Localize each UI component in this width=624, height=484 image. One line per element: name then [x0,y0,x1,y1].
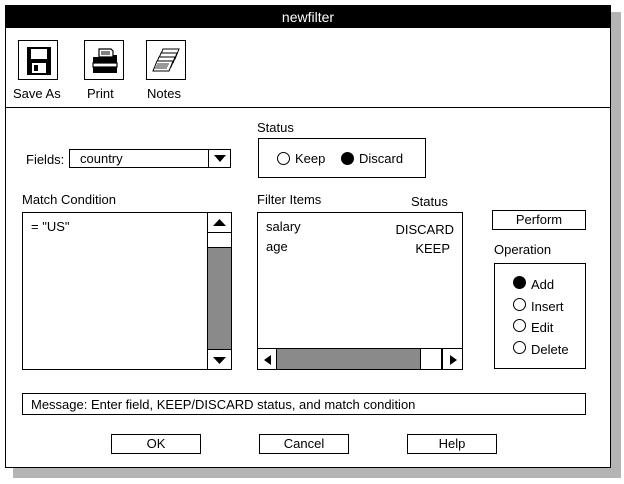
print-button[interactable] [84,40,124,80]
insert-radio[interactable] [513,298,526,311]
chevron-down-icon [214,155,226,162]
fields-label: Fields: [26,152,65,167]
edit-radio-label: Edit [531,320,554,335]
window-title: newfilter [281,9,335,25]
cancel-button[interactable]: Cancel [259,434,349,454]
notes-label: Notes [147,86,181,101]
perform-button-label: Perform [515,212,563,227]
arrow-right-icon [450,355,457,365]
operation-radio-group: Add Insert Edit Delete [494,263,586,369]
save-as-button[interactable] [18,40,58,80]
discard-radio-label: Discard [359,151,404,166]
scroll-down-button[interactable] [207,349,232,370]
filter-items-status-header: Status [411,194,448,209]
filter-items-label: Filter Items [257,192,322,207]
status-group-label: Status [257,120,294,135]
edit-radio[interactable] [513,319,526,332]
match-condition-value: = "US" [31,219,70,234]
add-radio[interactable] [513,276,526,289]
list-item[interactable]: salary DISCARD [258,219,462,237]
scroll-left-button[interactable] [257,348,277,370]
message-bar: Message: Enter field, KEEP/DISCARD statu… [22,393,586,415]
operation-label: Operation [494,242,552,257]
fields-value: country [80,151,123,166]
message-text: Message: Enter field, KEEP/DISCARD statu… [31,397,416,412]
keep-radio[interactable] [277,152,290,165]
filter-item-status: DISCARD [395,222,454,237]
scroll-right-button[interactable] [442,348,463,370]
title-bar: newfilter [6,6,610,28]
notes-button[interactable] [146,40,186,80]
fields-dropdown-button[interactable] [208,150,230,167]
filter-items-hscrollbar[interactable] [257,348,463,370]
delete-radio-label: Delete [531,342,569,357]
discard-radio[interactable] [341,152,354,165]
list-item[interactable]: age KEEP [258,239,462,257]
filter-item-name: age [266,239,288,254]
match-condition-textarea[interactable]: = "US" [22,212,232,370]
help-button-label: Help [438,436,466,451]
help-button[interactable]: Help [407,434,497,454]
ok-button[interactable]: OK [111,434,201,454]
add-radio-label: Add [531,277,555,292]
dialog-window: newfilter Save As Print Notes Fields: co… [5,5,611,468]
perform-button[interactable]: Perform [492,210,586,230]
keep-radio-label: Keep [295,151,326,166]
match-condition-scrollbar[interactable] [207,212,232,370]
cancel-button-label: Cancel [283,436,325,451]
notes-stack-icon [152,48,180,72]
floppy-disk-icon [27,47,51,75]
filter-item-name: salary [266,219,301,234]
match-condition-label: Match Condition [22,192,116,207]
arrow-left-icon [264,355,271,365]
print-label: Print [87,86,114,101]
save-as-label: Save As [13,86,61,101]
arrow-down-icon [213,357,226,364]
status-radio-group: Keep Discard [258,138,426,178]
arrow-up-icon [213,219,226,226]
ok-button-label: OK [146,436,166,451]
fields-combobox[interactable]: country [69,149,231,168]
toolbar-divider [6,107,610,108]
hscroll-thumb[interactable] [420,348,442,370]
printer-icon [92,48,118,73]
delete-radio[interactable] [513,341,526,354]
scroll-up-button[interactable] [207,212,232,233]
insert-radio-label: Insert [531,299,564,314]
filter-item-status: KEEP [415,241,450,256]
filter-items-list[interactable]: salary DISCARD age KEEP [257,212,463,370]
scroll-thumb[interactable] [207,232,232,248]
